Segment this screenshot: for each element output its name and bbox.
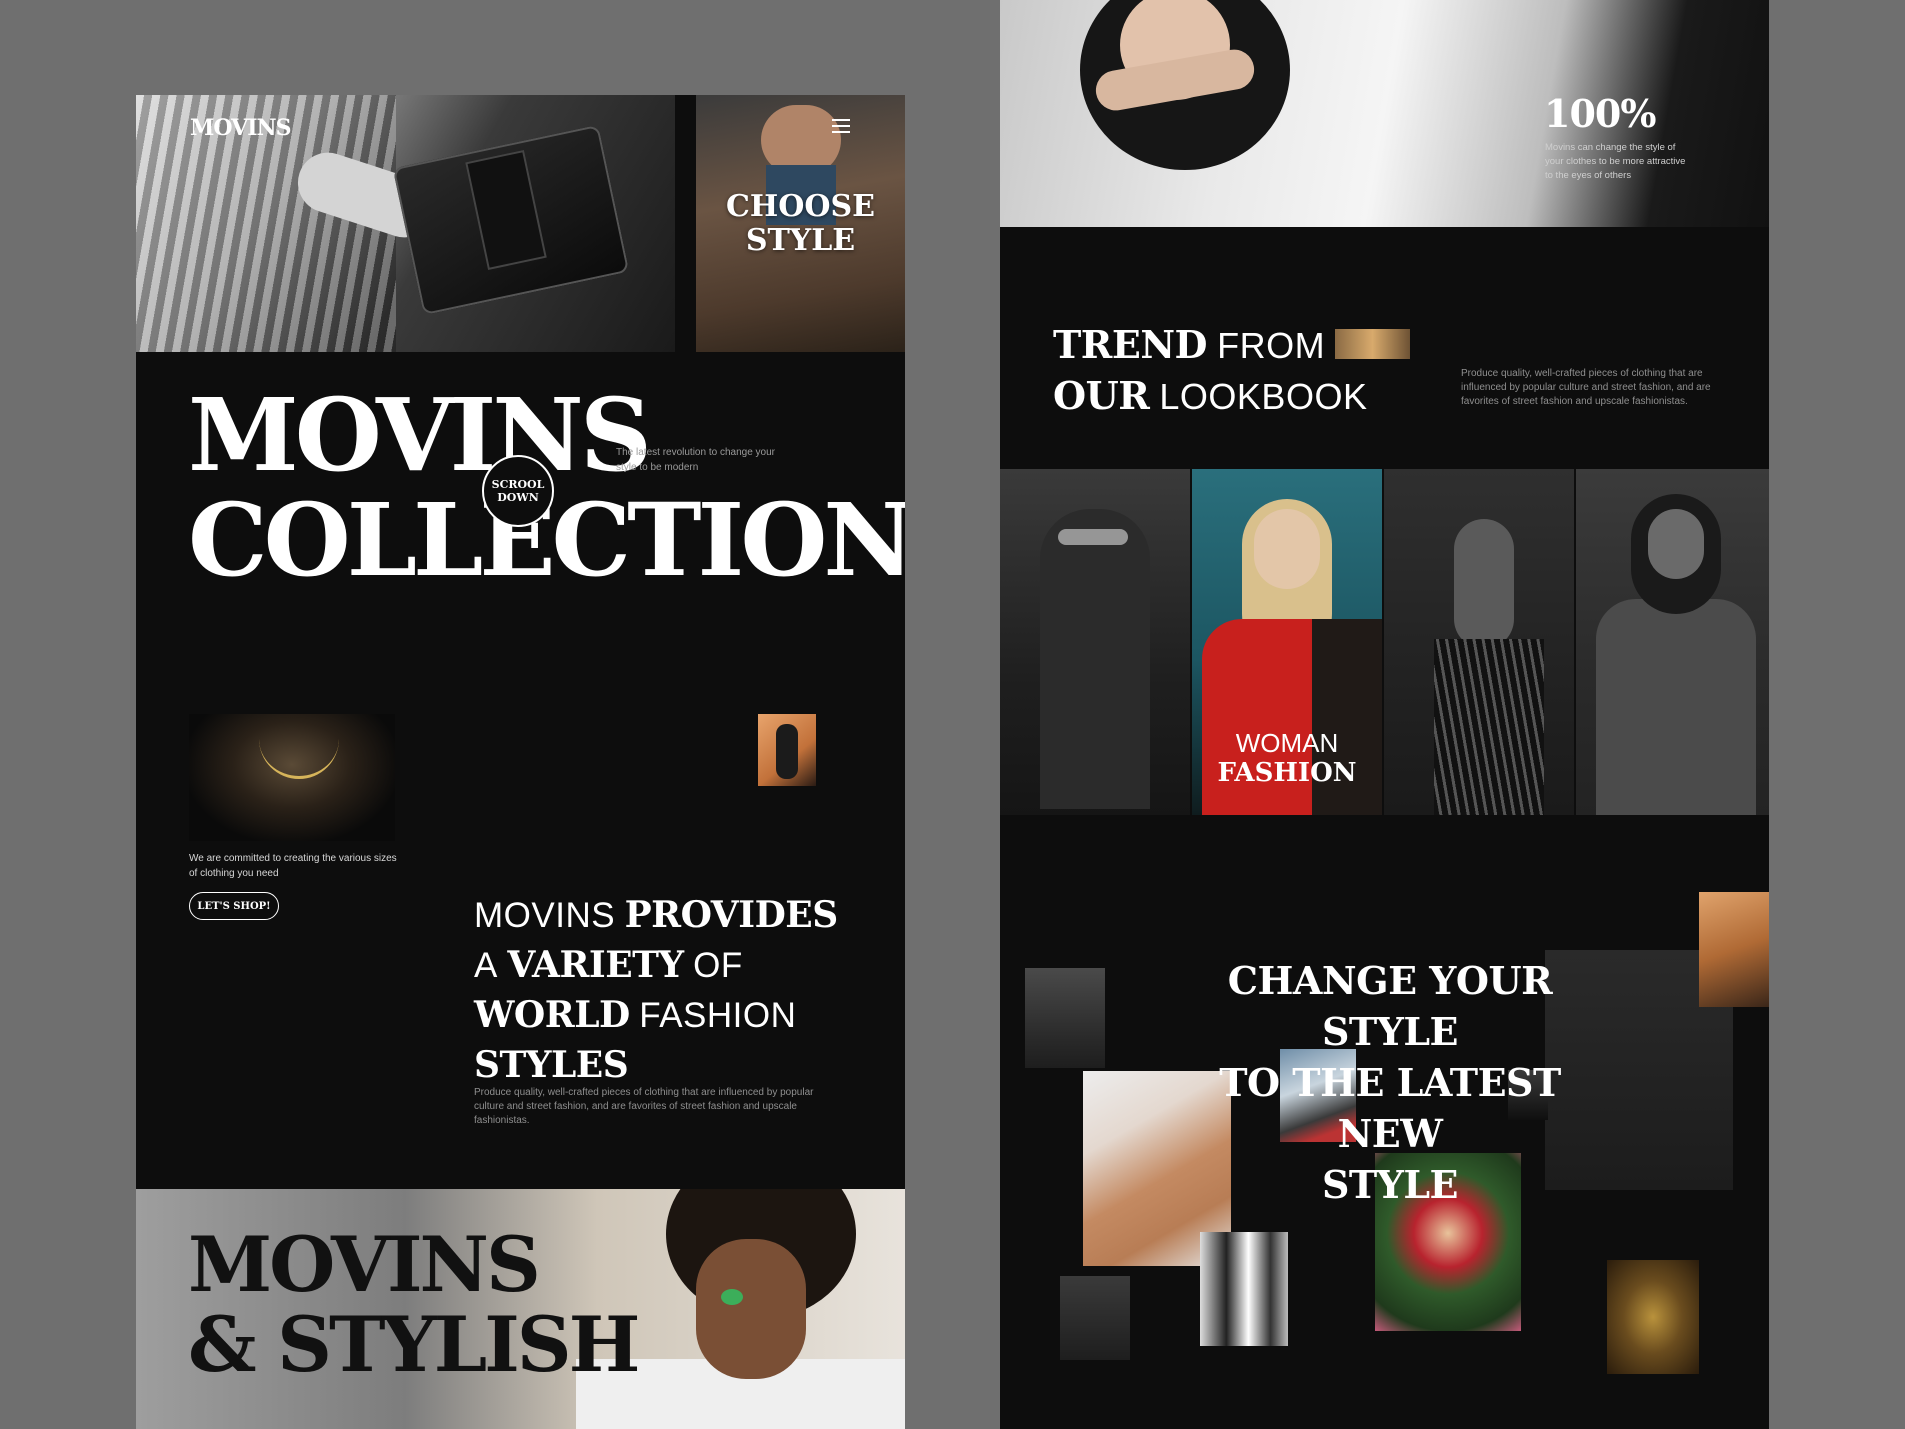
collage-photo-gold-portrait [1607,1260,1699,1374]
choose-style-label[interactable]: CHOOSE STYLE [696,190,905,258]
trend-heading: TREND FROM OUR LOOKBOOK [1053,320,1473,422]
change-line3: STYLE [1321,1162,1459,1207]
trend-word: LOOKBOOK [1159,376,1368,417]
provides-word: STYLES [474,1044,629,1086]
choose-style-line2: STYLE [745,223,856,258]
woman-label: WOMAN [1235,728,1339,758]
lets-shop-button[interactable]: LET'S SHOP! [189,892,279,920]
commitment-text: We are committed to creating the various… [189,853,397,879]
change-line1: CHANGE YOUR STYLE [1227,958,1553,1054]
orange-portrait-thumbnail [758,714,816,786]
stylish-heading: MOVINS & STYLISH [188,1220,640,1389]
landing-page-left: MOVINS CHOOSE STYLE MOVINS COLLECTIONS S… [136,95,905,1429]
provides-word: FASHION [639,996,797,1035]
percent-stat: 100% [1544,91,1656,136]
stylish-line1: MOVINS [188,1220,541,1309]
change-style-heading: CHANGE YOUR STYLE TO THE LATEST NEW STYL… [1180,955,1600,1210]
provides-word: PROVIDES [624,894,839,936]
provides-word: VARIETY [507,944,684,986]
collage-photo-bw-pair [1200,1232,1288,1346]
trend-word: FROM [1217,325,1326,366]
provides-word: MOVINS [474,896,616,935]
percent-description: Movins can change the style of your clot… [1545,142,1686,181]
brand-logo[interactable]: MOVINS [190,115,291,141]
provides-word: OF [693,946,743,985]
provides-word: A [474,946,498,985]
hamburger-menu-icon[interactable] [832,119,850,133]
provides-description: Produce quality, well-crafted pieces of … [474,1087,814,1126]
landing-page-right: 100% Movins can change the style of your… [1000,0,1769,1429]
woman-fashion-label: WOMAN FASHION [1192,728,1382,788]
trend-word: TREND [1053,322,1208,367]
trend-word: OUR [1053,373,1150,418]
scroll-line2: DOWN [497,491,539,504]
scroll-down-button[interactable]: SCROOL DOWN [482,455,554,527]
collage-photo-beach [1025,968,1105,1068]
stylish-line2: & STYLISH [188,1300,640,1389]
collage-photo-orange-top [1699,892,1769,1007]
trend-inline-thumbnail [1335,328,1411,359]
hero-tagline: The latest revolution to change your sty… [616,447,775,473]
provides-heading: MOVINS PROVIDES A VARIETY OF WORLD FASHI… [474,890,874,1090]
change-line2: TO THE LATEST NEW [1219,1060,1561,1156]
trend-description: Produce quality, well-crafted pieces of … [1461,368,1711,407]
lookbook-item-striped-pants[interactable] [1384,469,1574,815]
choose-style-line1: CHOOSE [725,189,876,224]
lookbook-item-sunglasses-man[interactable] [1000,469,1190,815]
lookbook-item-wrap-dress[interactable] [1576,469,1769,815]
fashion-label: FASHION [1217,758,1357,788]
collage-photo-bw-sitting [1060,1276,1130,1360]
provides-word: WORLD [474,994,630,1036]
necklace-photo [189,714,395,841]
hero-title-line1: MOVINS [188,376,652,494]
scroll-line1: SCROOL [491,478,545,491]
